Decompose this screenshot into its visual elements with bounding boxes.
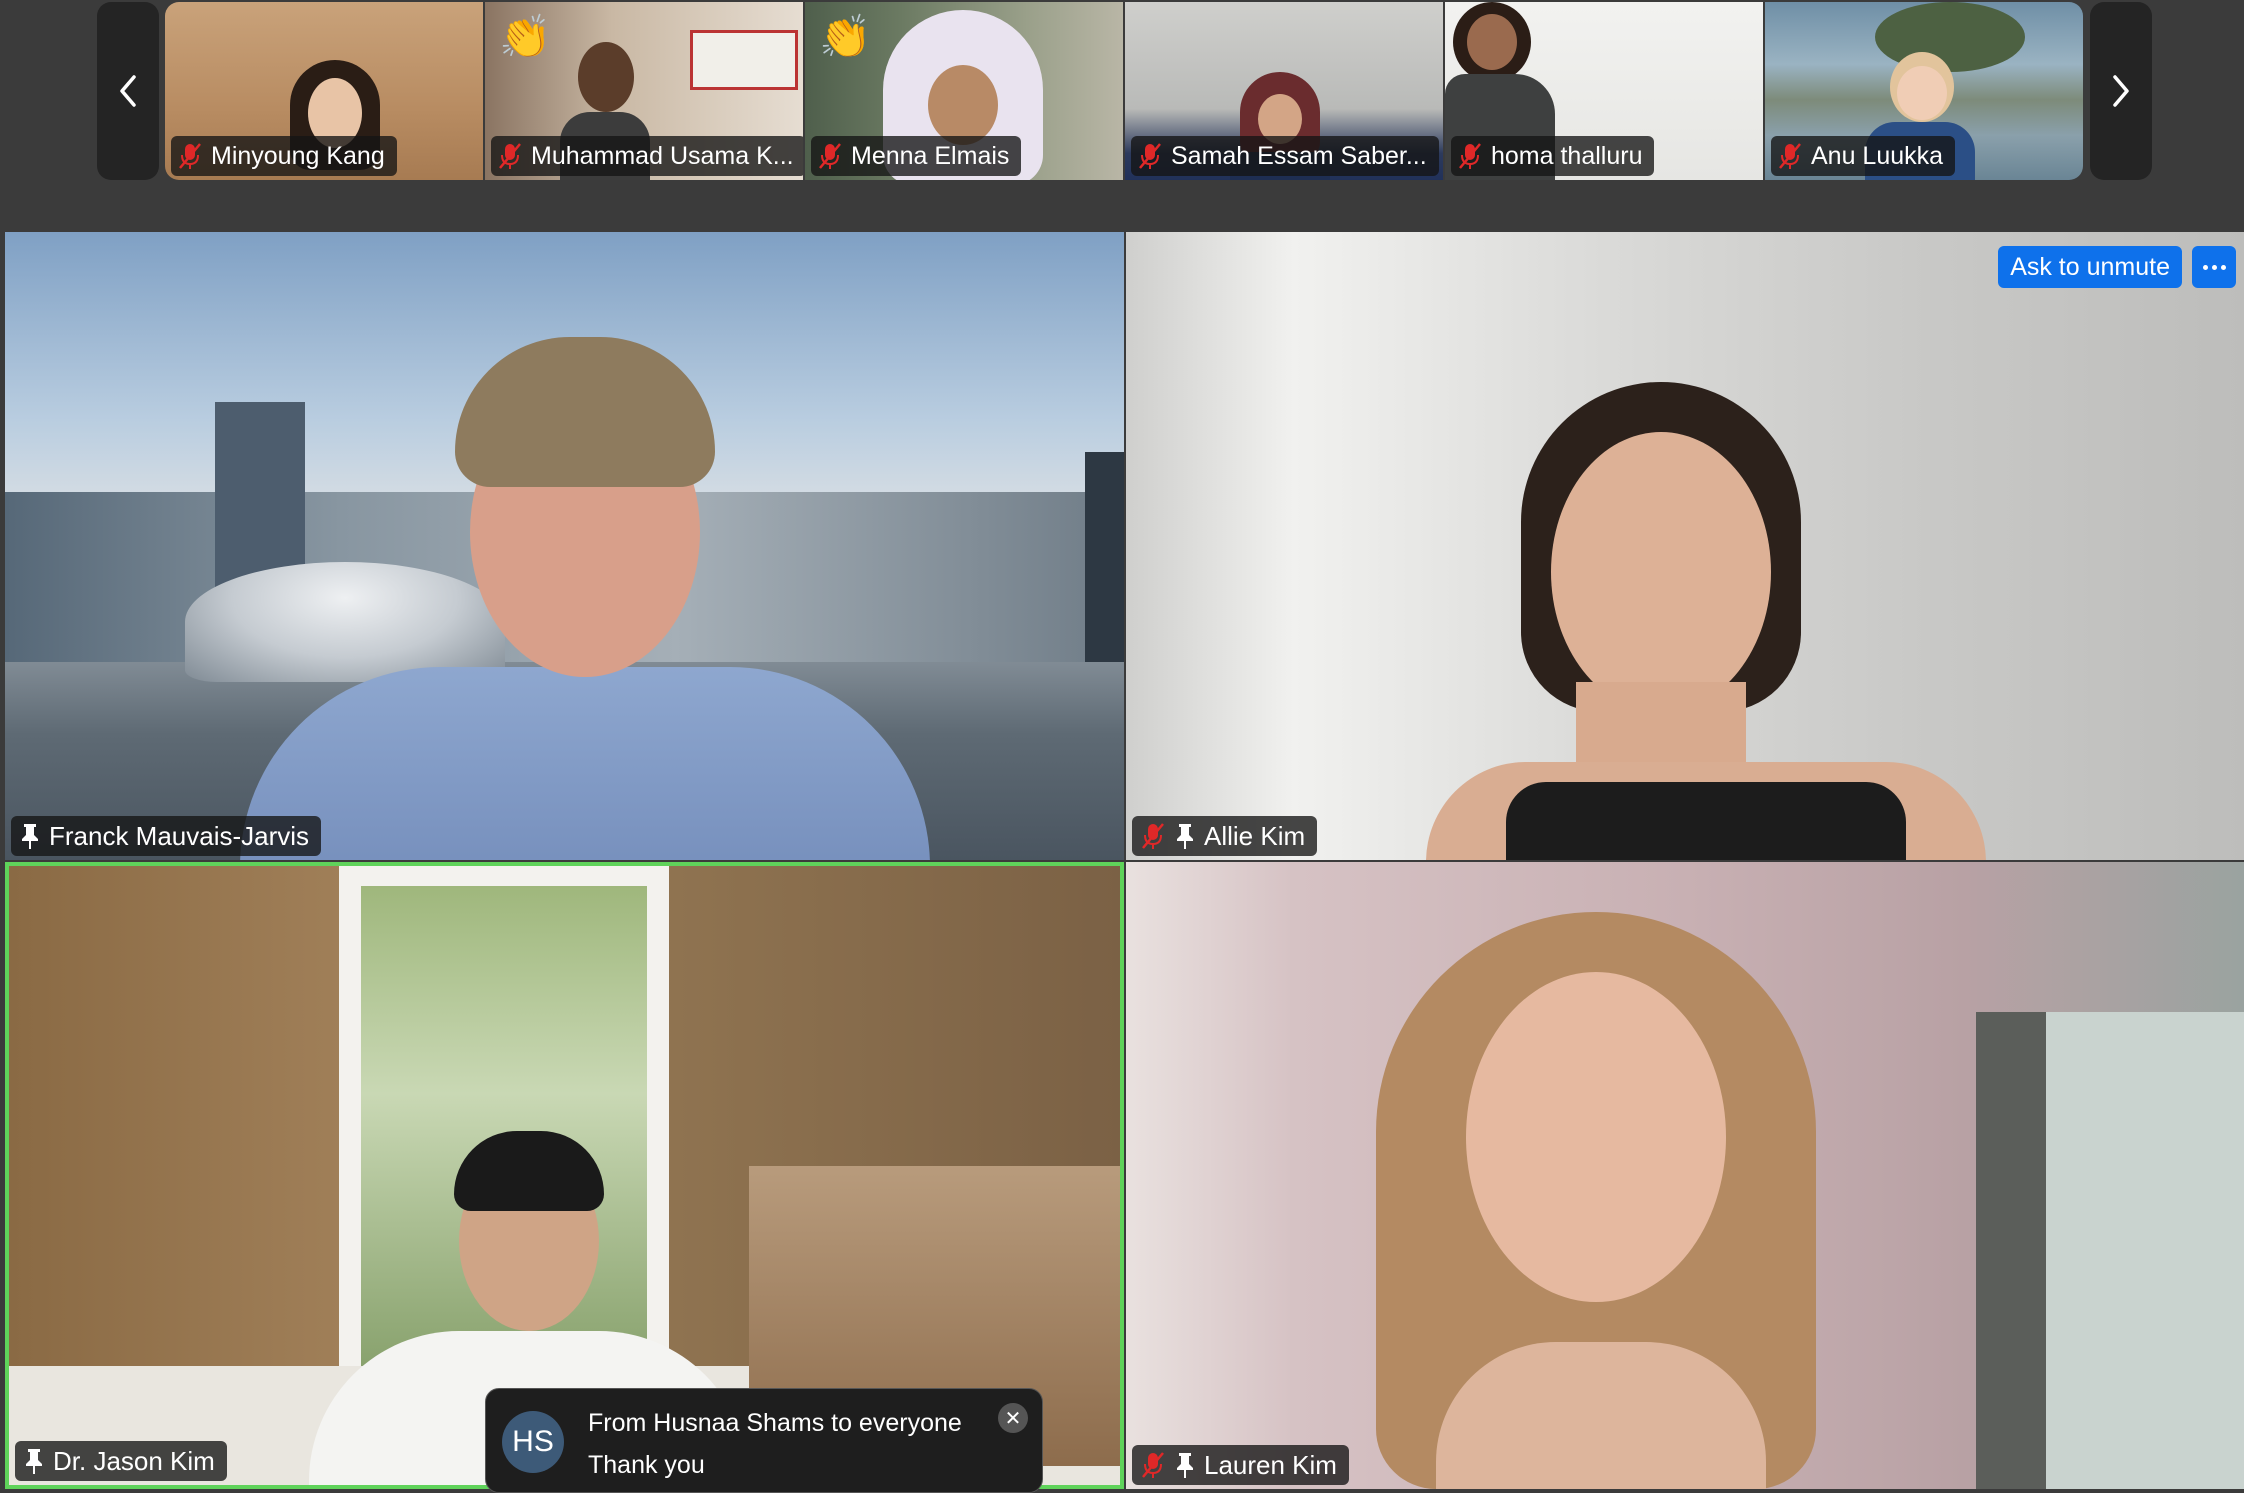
participant-name-chip: Muhammad Usama K... (491, 136, 803, 176)
participant-figure (240, 337, 930, 860)
participant-name-chip: Lauren Kim (1132, 1445, 1349, 1485)
pin-icon (26, 1449, 42, 1474)
participant-name: Allie Kim (1204, 820, 1306, 851)
ellipsis-icon (2202, 264, 2208, 270)
participant-video-tile[interactable]: Lauren Kim (1126, 862, 2244, 1489)
participant-thumbnail[interactable]: 👏 Menna Elmais (805, 2, 1123, 180)
clap-reaction-icon: 👏 (819, 13, 872, 60)
mic-muted-icon (1459, 143, 1481, 169)
participant-name-chip: Menna Elmais (811, 136, 1022, 176)
participant-name: Minyoung Kang (211, 141, 385, 170)
participant-name: Samah Essam Saber... (1171, 141, 1427, 170)
participant-name: Muhammad Usama K... (531, 141, 794, 170)
participant-name-chip: Samah Essam Saber... (1131, 136, 1439, 176)
participant-name-chip: homa thalluru (1451, 136, 1655, 176)
building (1085, 452, 1124, 662)
participant-thumbnail[interactable]: Samah Essam Saber... (1125, 2, 1443, 180)
participant-thumbnail[interactable]: homa thalluru (1445, 2, 1763, 180)
ask-to-unmute-button[interactable]: Ask to unmute (1998, 246, 2182, 288)
curtain (1976, 1012, 2046, 1489)
mic-muted-icon (179, 143, 201, 169)
mic-muted-icon (1142, 823, 1164, 849)
participant-thumbnail[interactable]: Minyoung Kang (165, 2, 483, 180)
chat-sender: From Husnaa Shams to everyone (588, 1409, 962, 1437)
whiteboard (690, 30, 798, 90)
participant-name-chip: Allie Kim (1132, 816, 1318, 856)
participant-thumbnail[interactable]: Anu Luukka (1765, 2, 2083, 180)
chevron-left-icon (120, 75, 136, 107)
participant-name-chip: Anu Luukka (1771, 136, 1956, 176)
participant-name: Franck Mauvais-Jarvis (49, 820, 310, 851)
filmstrip-next-button[interactable] (2090, 2, 2152, 180)
participant-name-chip: Franck Mauvais-Jarvis (11, 816, 322, 856)
participant-thumbnail[interactable]: 👏 Muhammad Usama K... (485, 2, 803, 180)
mic-muted-icon (1779, 143, 1801, 169)
participant-name-chip: Dr. Jason Kim (15, 1441, 227, 1481)
avatar: HS (502, 1411, 564, 1473)
participant-name: Lauren Kim (1204, 1449, 1337, 1480)
mic-muted-icon (499, 143, 521, 169)
chevron-right-icon (2113, 75, 2129, 107)
participant-video-tile[interactable]: Franck Mauvais-Jarvis (5, 232, 1124, 860)
participant-name: Dr. Jason Kim (53, 1445, 215, 1476)
mic-muted-icon (1142, 1452, 1164, 1478)
participant-figure (1426, 382, 1986, 860)
more-options-button[interactable] (2192, 246, 2236, 288)
participant-name-chip: Minyoung Kang (171, 136, 397, 176)
filmstrip-previous-button[interactable] (97, 2, 159, 180)
participant-name: Anu Luukka (1811, 141, 1944, 170)
participant-figure (1316, 912, 1916, 1489)
participant-video-tile[interactable]: Ask to unmute Allie Kim (1126, 232, 2244, 860)
mic-muted-icon (1139, 143, 1161, 169)
close-icon[interactable]: ✕ (998, 1403, 1028, 1433)
chat-notification[interactable]: HS From Husnaa Shams to everyone Thank y… (485, 1388, 1043, 1493)
participant-name: homa thalluru (1491, 141, 1643, 170)
chat-message: Thank you (588, 1451, 705, 1479)
mic-muted-icon (819, 143, 841, 169)
pin-icon (1177, 1453, 1193, 1478)
participant-name: Menna Elmais (851, 141, 1010, 170)
clap-reaction-icon: 👏 (499, 13, 552, 60)
pin-icon (22, 824, 38, 849)
pin-icon (1177, 824, 1193, 849)
